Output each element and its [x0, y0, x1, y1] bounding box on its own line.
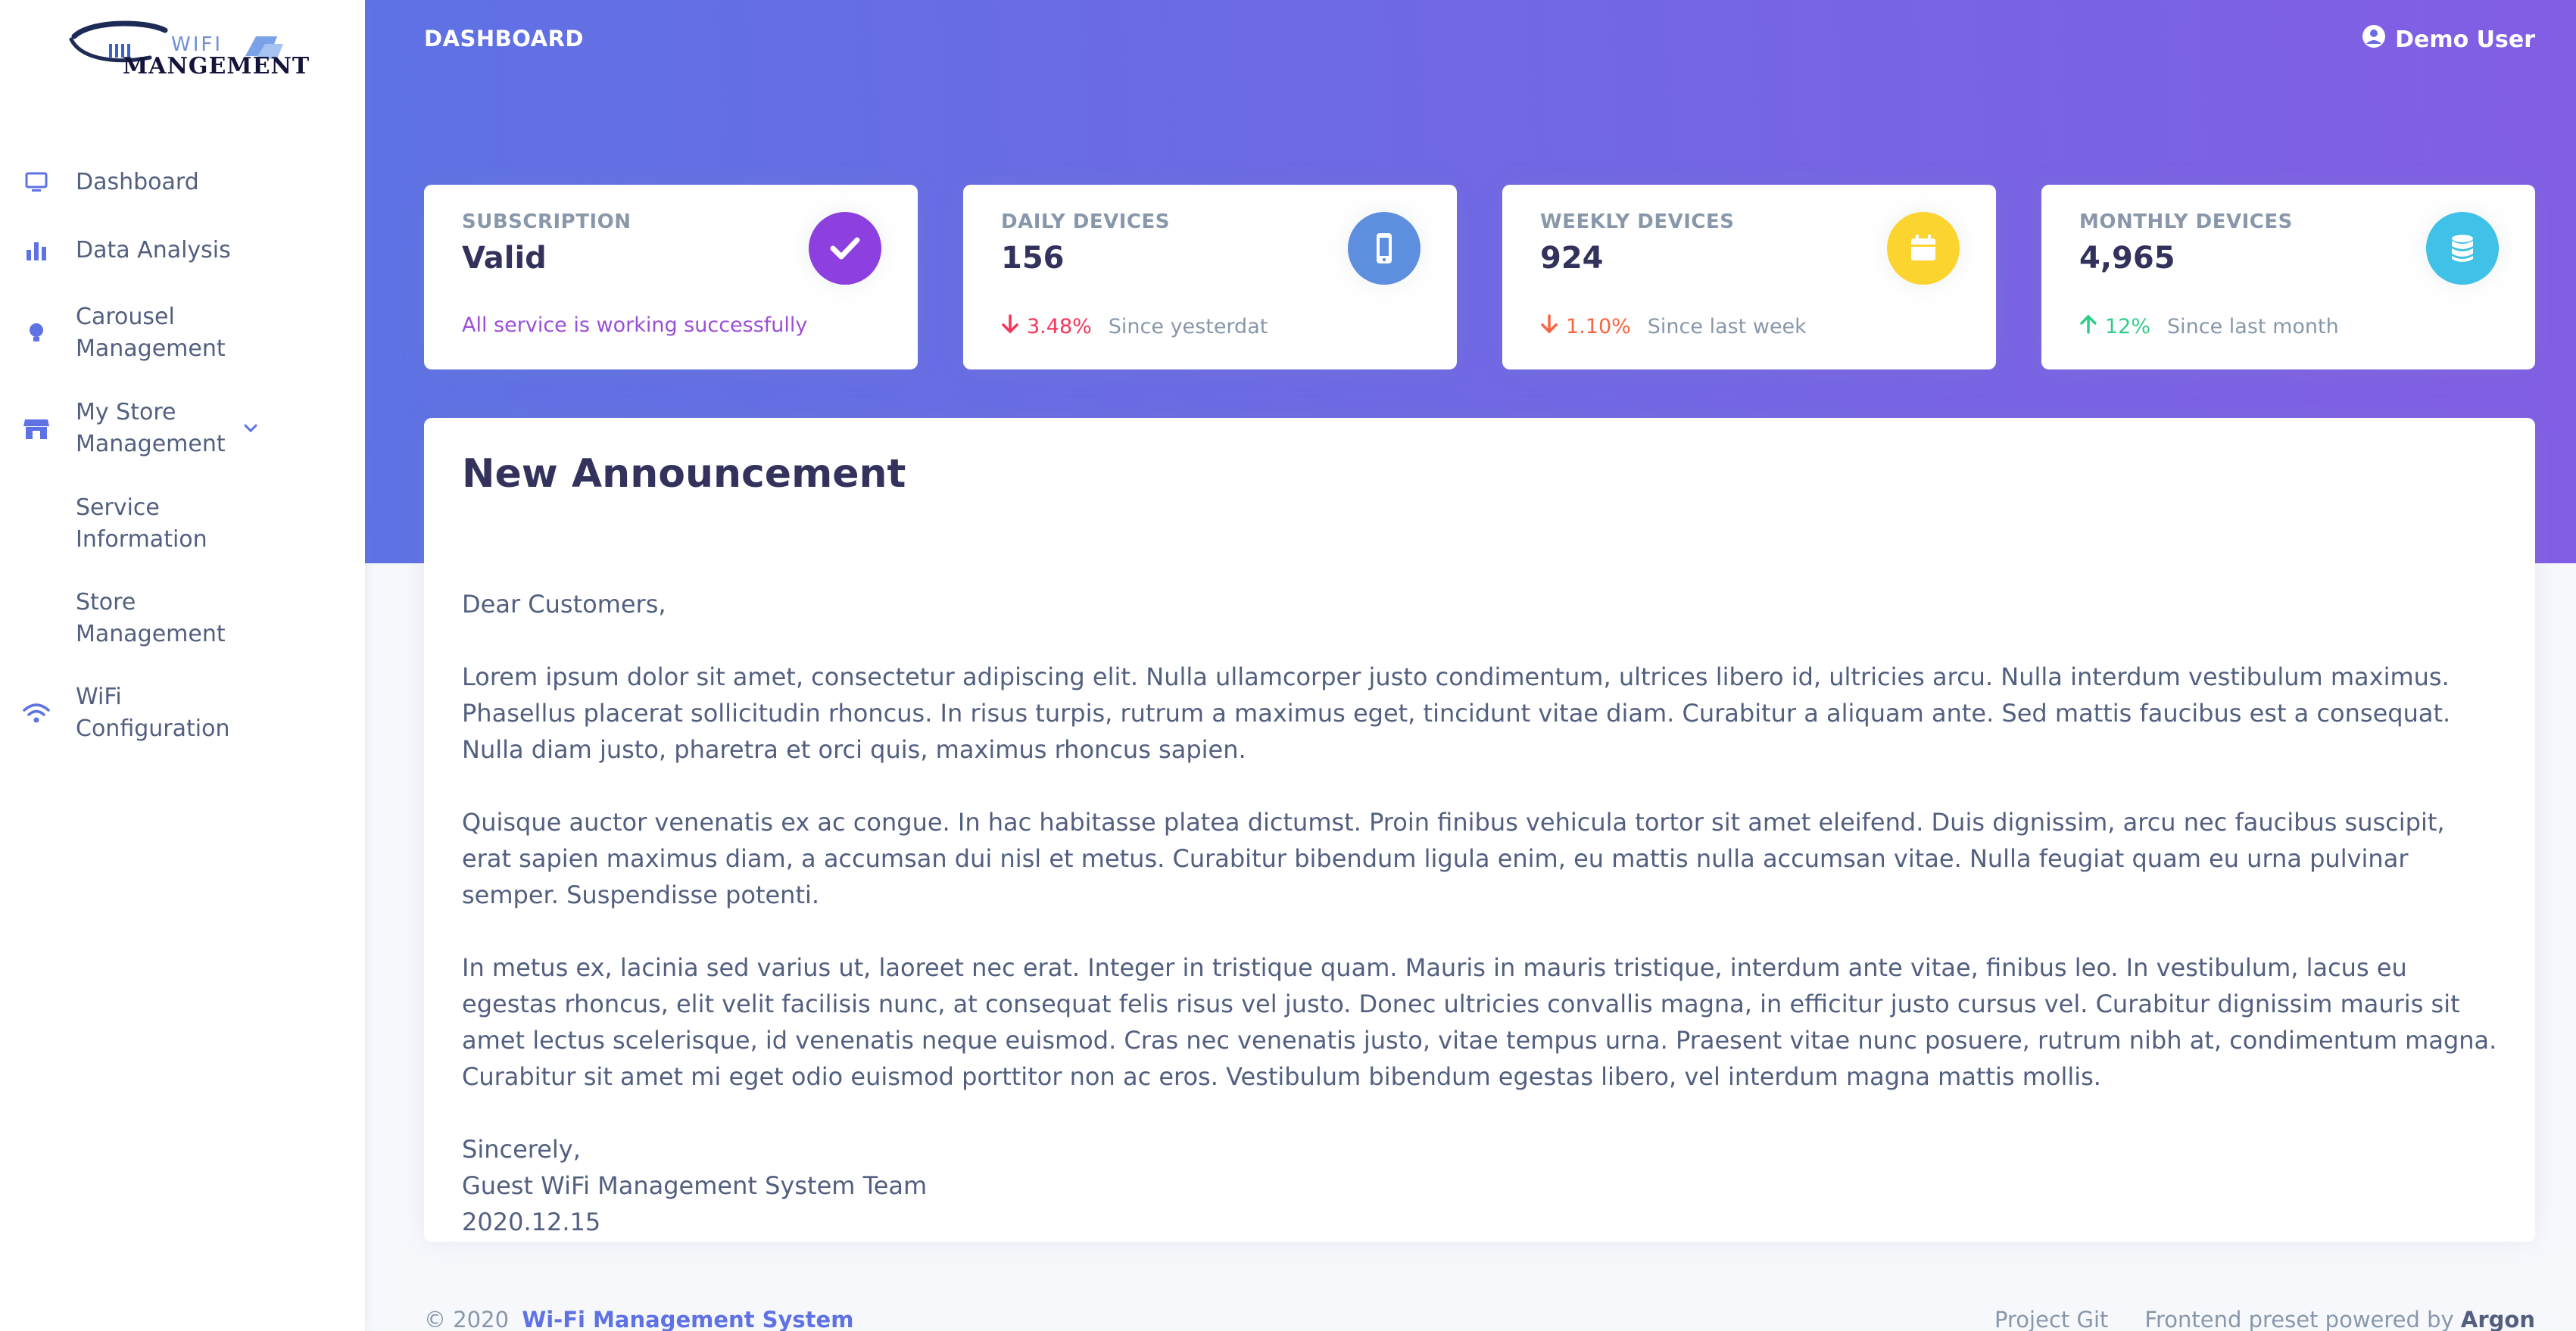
check-icon [809, 212, 881, 285]
database-icon [2426, 212, 2499, 285]
trend-value: 12% [2105, 315, 2151, 338]
user-name: Demo User [2395, 26, 2535, 53]
sidebar-subitem-store-management[interactable]: Store Management [0, 571, 242, 666]
stat-trend: 3.48% Since yesterdat [1001, 313, 1268, 340]
store-icon [21, 413, 51, 444]
bulb-icon [21, 318, 51, 348]
stat-status-text: All service is working successfully [462, 313, 808, 337]
trend-period: Since last month [2167, 315, 2339, 338]
app-logo[interactable]: WIFI MANGEMENT [67, 14, 309, 82]
announcement-card: New Announcement Dear Customers, Lorem i… [424, 418, 2535, 1242]
sidebar-item-label: WiFi Configuration [76, 684, 230, 742]
sidebar-item-label: Carousel Management [76, 304, 226, 362]
sidebar: WIFI MANGEMENT Dashboard Data Analysis C… [0, 0, 365, 1331]
arrow-down-icon [1001, 313, 1019, 340]
sidebar-item-my-store-management[interactable]: My Store Management [0, 380, 303, 477]
stat-trend: 12% Since last month [2079, 313, 2339, 340]
announcement-title: New Announcement [462, 451, 906, 497]
calendar-icon [1887, 212, 1960, 285]
powered-by-text: Frontend preset powered by [2144, 1307, 2454, 1331]
announcement-body: Dear Customers, Lorem ipsum dolor sit am… [462, 586, 2499, 1240]
stat-value: 924 [1540, 241, 1604, 276]
sidebar-subitem-service-information[interactable]: Service Information [0, 477, 242, 571]
chevron-down-icon[interactable] [239, 417, 262, 440]
arrow-down-icon [1540, 313, 1558, 340]
trend-period: Since yesterdat [1108, 315, 1268, 338]
sidebar-item-carousel-management[interactable]: Carousel Management [0, 286, 257, 380]
trend-value: 1.10% [1566, 315, 1631, 338]
stat-label: SUBSCRIPTION [462, 210, 632, 233]
page-title[interactable]: DASHBOARD [424, 26, 584, 51]
announcement-greeting: Dear Customers, [462, 590, 666, 619]
stat-card-monthly-devices: MONTHLY DEVICES 4,965 12% Since last mon… [2041, 185, 2535, 369]
stat-label: DAILY DEVICES [1001, 210, 1170, 233]
announcement-signoff: Sincerely, [462, 1135, 581, 1164]
wifi-icon [21, 698, 51, 728]
announcement-date: 2020.12.15 [462, 1208, 601, 1236]
announcement-paragraph: Quisque auctor venenatis ex ac congue. I… [462, 808, 2445, 909]
user-menu[interactable]: Demo User [2362, 24, 2535, 55]
sidebar-item-dashboard[interactable]: Dashboard [0, 150, 365, 215]
powered-by: Frontend preset powered by Argon [2144, 1307, 2535, 1331]
project-git-link[interactable]: Project Git [1994, 1307, 2108, 1331]
stat-value: Valid [462, 241, 547, 276]
sidebar-item-label: Service Information [76, 494, 207, 553]
sidebar-item-label: Dashboard [76, 169, 199, 195]
announcement-paragraph: In metus ex, lacinia sed varius ut, laor… [462, 953, 2497, 1091]
sidebar-item-wifi-configuration[interactable]: WiFi Configuration [0, 666, 257, 760]
logo-text-bottom: MANGEMENT [123, 53, 310, 79]
stat-label: MONTHLY DEVICES [2079, 210, 2293, 233]
user-avatar-icon [2362, 24, 2386, 55]
bar-chart-icon [21, 235, 51, 266]
stat-value: 156 [1001, 241, 1065, 276]
stat-value: 4,965 [2079, 241, 2175, 276]
monitor-icon [21, 167, 51, 198]
announcement-paragraph: Lorem ipsum dolor sit amet, consectetur … [462, 662, 2451, 764]
mobile-icon [1348, 212, 1421, 285]
sidebar-item-data-analysis[interactable]: Data Analysis [0, 215, 365, 286]
stat-card-weekly-devices: WEEKLY DEVICES 924 1.10% Since last week [1502, 185, 1996, 369]
arrow-up-icon [2079, 313, 2097, 340]
sidebar-nav: Dashboard Data Analysis Carousel Managem… [0, 150, 365, 760]
stat-trend: 1.10% Since last week [1540, 313, 1807, 340]
trend-value: 3.48% [1027, 315, 1092, 338]
sidebar-item-label: My Store Management [76, 399, 226, 457]
stat-card-daily-devices: DAILY DEVICES 156 3.48% Since yesterdat [963, 185, 1457, 369]
sidebar-item-label: Store Management [76, 589, 226, 647]
footer-links: Project Git Frontend preset powered by A… [1994, 1307, 2535, 1331]
footer-copyright: © 2020 Wi-Fi Management System [424, 1307, 853, 1331]
powered-by-link[interactable]: Argon [2461, 1307, 2535, 1331]
trend-period: Since last week [1647, 315, 1807, 338]
stat-label: WEEKLY DEVICES [1540, 210, 1735, 233]
copyright-text: © 2020 [424, 1307, 510, 1331]
announcement-team: Guest WiFi Management System Team [462, 1171, 928, 1200]
footer-brand-link[interactable]: Wi-Fi Management System [522, 1307, 853, 1331]
sidebar-item-label: Data Analysis [76, 237, 231, 263]
stat-card-subscription: SUBSCRIPTION Valid All service is workin… [424, 185, 918, 369]
